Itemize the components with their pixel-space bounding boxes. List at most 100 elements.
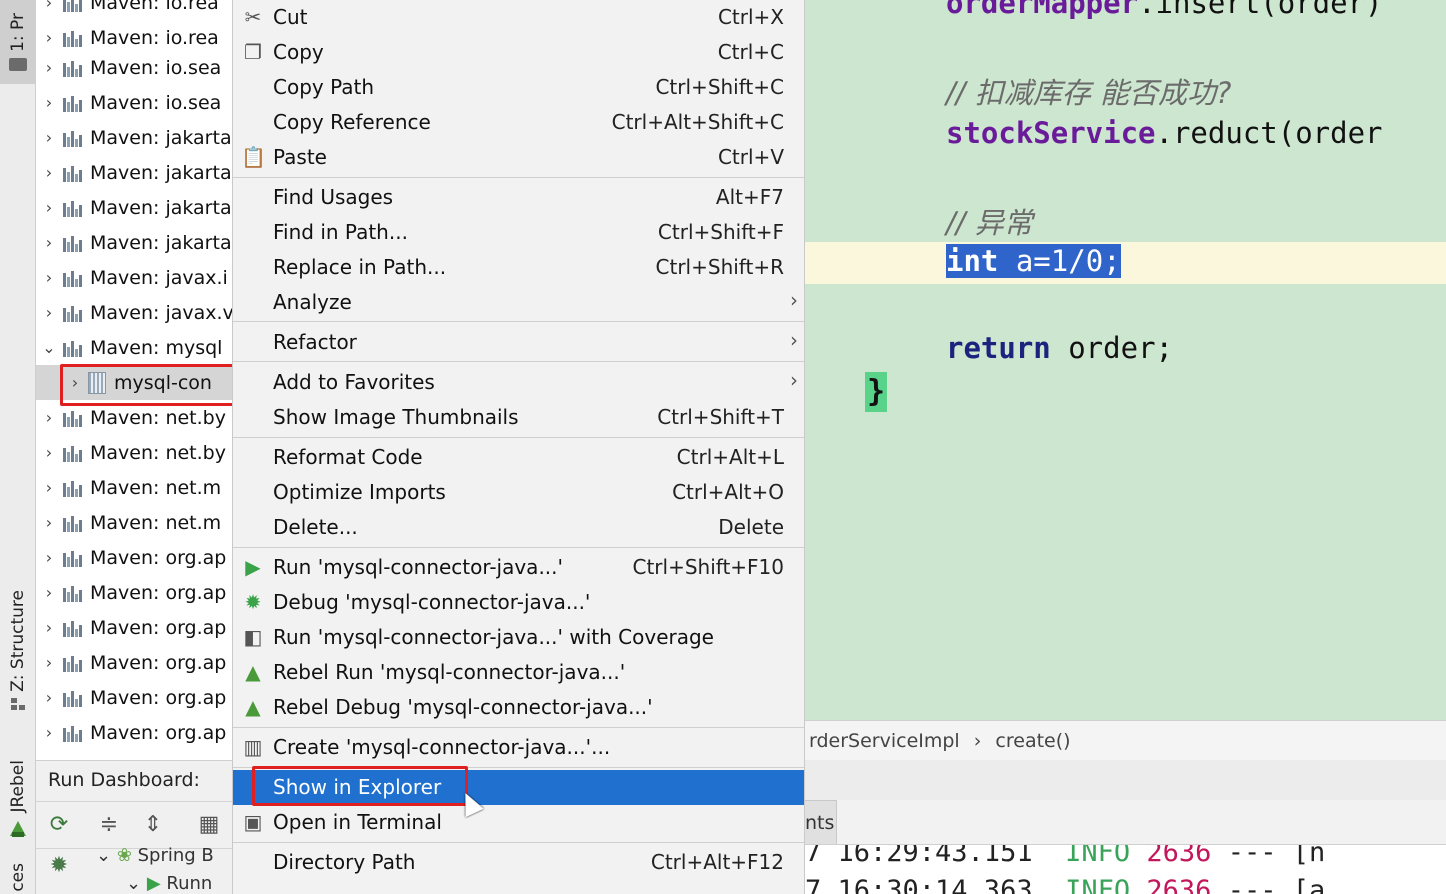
structure-icon — [11, 697, 25, 710]
menu-item-copy-path[interactable]: Copy Path Ctrl+Shift+C — [233, 70, 804, 105]
menu-item-copy[interactable]: ❐ Copy Ctrl+C — [233, 35, 804, 70]
endpoints-tab[interactable]: nts — [805, 800, 837, 844]
library-icon — [62, 584, 84, 602]
tree-row[interactable]: › Maven: org.ap — [36, 645, 234, 680]
menu-item-delete[interactable]: Delete... Delete — [233, 510, 804, 545]
chevron-right-icon[interactable]: › — [36, 163, 62, 182]
expand-all-icon[interactable]: ≑ — [96, 812, 122, 838]
tree-row[interactable]: › Maven: io.sea — [36, 85, 234, 120]
chevron-right-icon[interactable]: › — [36, 93, 62, 112]
run-tree-label: Runn — [166, 873, 213, 894]
menu-item-copy-reference[interactable]: Copy Reference Ctrl+Alt+Shift+C — [233, 105, 804, 140]
menu-item-find-usages[interactable]: Find Usages Alt+F7 — [233, 180, 804, 215]
tree-row[interactable]: › Maven: org.ap — [36, 680, 234, 715]
library-icon — [62, 549, 84, 567]
menu-item-cut[interactable]: ✂ Cut Ctrl+X — [233, 0, 804, 35]
menu-item-analyze[interactable]: Analyze › — [233, 285, 804, 320]
tree-row[interactable]: › Maven: org.ap — [36, 715, 234, 750]
tree-row[interactable]: › Maven: org.ap — [36, 610, 234, 645]
chevron-right-icon[interactable]: › — [36, 443, 62, 462]
tree-row-label: Maven: jakarta — [90, 196, 232, 219]
menu-item-label: Copy — [273, 40, 324, 64]
library-icon — [62, 59, 84, 77]
menu-item-refactor[interactable]: Refactor › — [233, 325, 804, 360]
chevron-right-icon[interactable]: › — [36, 653, 62, 672]
chevron-right-icon[interactable]: › — [36, 408, 62, 427]
tree-row[interactable]: ⌄ Maven: mysql — [36, 330, 234, 365]
tree-row-label: Maven: io.rea — [90, 26, 219, 49]
chevron-down-icon: ⌄ — [126, 873, 147, 894]
scissors-icon: ✂ — [244, 5, 262, 29]
chevron-right-icon[interactable]: › — [36, 58, 62, 77]
run-tree-running[interactable]: ⌄ ▶ Runn — [126, 873, 212, 894]
terminal-icon: ▣ — [243, 810, 263, 834]
structure-tool-tab[interactable]: Z: Structure — [0, 585, 36, 715]
chevron-right-icon[interactable]: › — [36, 548, 62, 567]
console-output[interactable]: 7 16:29:43.151 INFO 2636 --- [n 7 16:30:… — [805, 844, 1446, 894]
menu-item-create-mysql-connector-java[interactable]: ▥ Create 'mysql-connector-java...'... — [233, 730, 804, 765]
menu-item-rebel-run-mysql-connector-java[interactable]: ▲ Rebel Run 'mysql-connector-java...' — [233, 655, 804, 690]
menu-item-show-image-thumbnails[interactable]: Show Image Thumbnails Ctrl+Shift+T — [233, 400, 804, 435]
menu-item-run-mysql-connector-java-with-coverage[interactable]: ◧ Run 'mysql-connector-java...' with Cove… — [233, 620, 804, 655]
run-dashboard-title: Run Dashboard: — [48, 769, 200, 791]
chevron-right-icon[interactable]: › — [36, 198, 62, 217]
chevron-right-icon[interactable]: › — [36, 28, 62, 47]
menu-item-open-in-terminal[interactable]: ▣ Open in Terminal — [233, 805, 804, 840]
code-comment-stock: // 扣减库存 能否成功? — [946, 76, 1232, 110]
menu-item-find-in-path[interactable]: Find in Path... Ctrl+Shift+F — [233, 215, 804, 250]
chevron-right-icon[interactable]: › — [36, 723, 62, 742]
tree-row[interactable]: › Maven: io.rea — [36, 0, 234, 20]
chevron-right-icon[interactable]: › — [36, 478, 62, 497]
code-editor[interactable]: orderMapper.insert(order) // 扣减库存 能否成功? … — [805, 0, 1446, 720]
menu-item-replace-in-path[interactable]: Replace in Path... Ctrl+Shift+R — [233, 250, 804, 285]
chevron-right-icon[interactable]: › — [36, 268, 62, 287]
rerun-icon[interactable]: ⟳ — [46, 812, 72, 838]
group-icon[interactable]: ▦ — [196, 812, 222, 838]
chevron-right-icon[interactable]: › — [36, 513, 62, 532]
tree-row[interactable]: › Maven: net.by — [36, 435, 234, 470]
tree-row[interactable]: › Maven: net.m — [36, 505, 234, 540]
menu-item-label: Analyze — [273, 290, 352, 314]
menu-item-paste[interactable]: 📋 Paste Ctrl+V — [233, 140, 804, 175]
annotation-highlight-box — [60, 364, 238, 406]
project-tab-label: 1: Pr — [8, 13, 28, 52]
tree-row[interactable]: › Maven: javax.i — [36, 260, 234, 295]
selected-text: int a=1/0; — [946, 244, 1121, 278]
chevron-right-icon[interactable]: › — [36, 583, 62, 602]
tree-row[interactable]: › Maven: jakarta — [36, 120, 234, 155]
breadcrumb-class[interactable]: rderServiceImpl — [805, 730, 964, 752]
menu-item-add-to-favorites[interactable]: Add to Favorites › — [233, 365, 804, 400]
services-tool-tab[interactable]: ces — [0, 860, 36, 894]
tree-row[interactable]: › Maven: jakarta — [36, 225, 234, 260]
jrebel-tool-tab[interactable]: JRebel — [0, 750, 36, 850]
tree-row[interactable]: › Maven: javax.v — [36, 295, 234, 330]
chevron-right-icon[interactable]: › — [36, 688, 62, 707]
library-icon — [62, 444, 84, 462]
chevron-right-icon[interactable]: › — [36, 128, 62, 147]
collapse-all-icon[interactable]: ⇕ — [140, 812, 166, 838]
menu-item-shortcut: Ctrl+C — [717, 40, 784, 64]
tree-row[interactable]: › Maven: jakarta — [36, 190, 234, 225]
menu-item-optimize-imports[interactable]: Optimize Imports Ctrl+Alt+O — [233, 475, 804, 510]
menu-item-directory-path[interactable]: Directory Path Ctrl+Alt+F12 — [233, 845, 804, 880]
menu-item-reformat-code[interactable]: Reformat Code Ctrl+Alt+L — [233, 440, 804, 475]
library-icon — [62, 689, 84, 707]
tree-row[interactable]: › Maven: org.ap — [36, 540, 234, 575]
menu-item-rebel-debug-mysql-connector-java[interactable]: ▲ Rebel Debug 'mysql-connector-java...' — [233, 690, 804, 725]
rebel-debug-icon: ▲ — [245, 695, 261, 719]
menu-item-run-mysql-connector-java[interactable]: ▶ Run 'mysql-connector-java...' Ctrl+Shift… — [233, 550, 804, 585]
tree-row[interactable]: › Maven: net.m — [36, 470, 234, 505]
chevron-down-icon[interactable]: ⌄ — [36, 338, 62, 357]
tree-row[interactable]: › Maven: io.sea — [36, 50, 234, 85]
chevron-right-icon[interactable]: › — [36, 618, 62, 637]
chevron-right-icon[interactable]: › — [36, 303, 62, 322]
tree-row[interactable]: › Maven: org.ap — [36, 575, 234, 610]
breadcrumb-method[interactable]: create() — [991, 730, 1074, 752]
chevron-right-icon[interactable]: › — [36, 0, 62, 12]
project-tool-tab[interactable]: 1: Pr — [0, 0, 36, 84]
chevron-right-icon[interactable]: › — [36, 233, 62, 252]
tree-row[interactable]: › Maven: jakarta — [36, 155, 234, 190]
debug-gear-icon[interactable]: ✹ — [46, 853, 72, 879]
menu-item-debug-mysql-connector-java[interactable]: ✹ Debug 'mysql-connector-java...' — [233, 585, 804, 620]
run-tree-spring-boot[interactable]: ⌄ ❀ Spring B — [96, 845, 214, 866]
